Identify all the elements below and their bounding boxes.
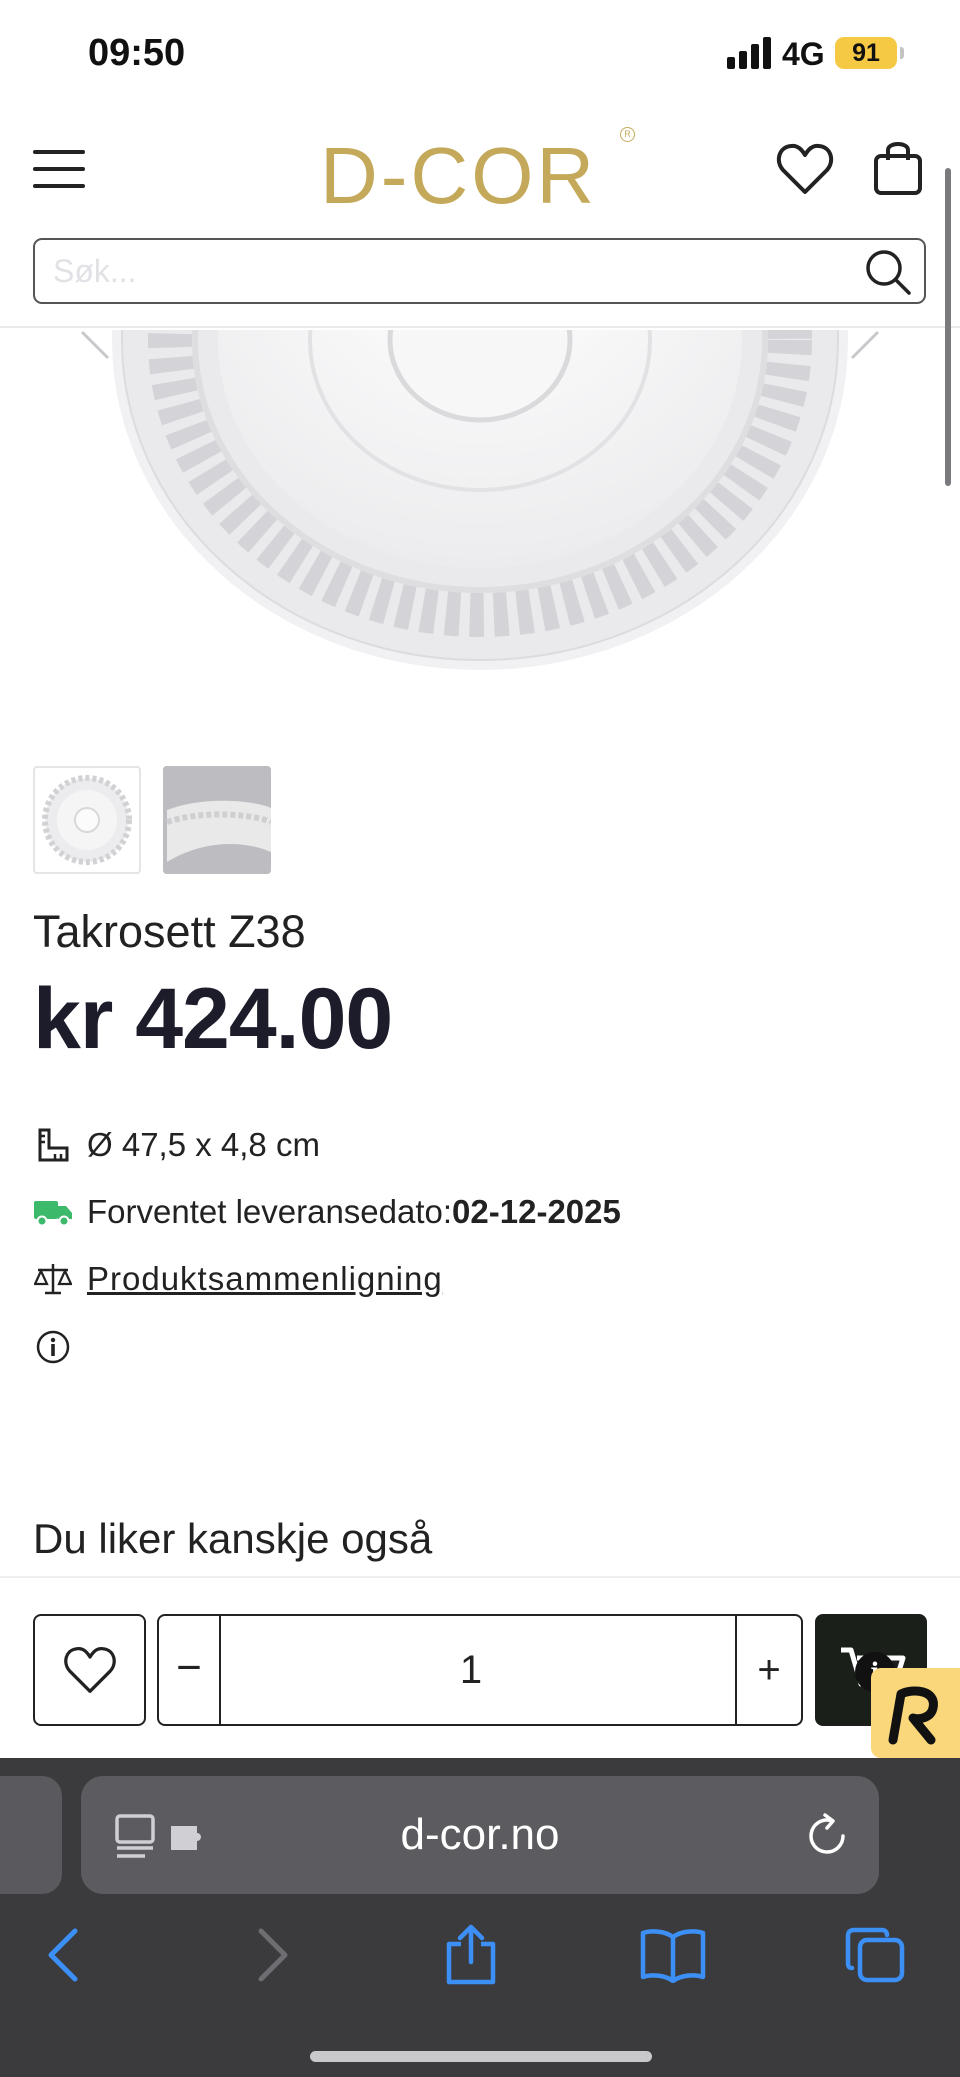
back-chevron-icon — [48, 1928, 78, 1982]
back-button[interactable] — [28, 1920, 98, 1990]
product-title: Takrosett Z38 — [33, 906, 306, 957]
heart-icon — [63, 1646, 116, 1693]
thumbnail-front-image — [42, 775, 132, 865]
related-products-heading: Du liker kanskje også — [33, 1515, 433, 1562]
ruler-icon — [33, 1125, 73, 1165]
status-bar: 09:50 4G 91 — [0, 0, 960, 110]
hamburger-menu-icon[interactable] — [33, 150, 85, 190]
url-text[interactable]: d-cor.no — [81, 1776, 879, 1894]
home-indicator[interactable] — [310, 2051, 652, 2062]
page-scrollbar[interactable] — [945, 168, 951, 486]
info-row — [33, 1325, 87, 1369]
reload-icon[interactable] — [803, 1812, 851, 1860]
search-bar — [33, 238, 926, 304]
network-label: 4G — [782, 36, 825, 72]
rosette-image — [112, 330, 848, 670]
prev-image-chevron-icon[interactable] — [78, 330, 118, 360]
dimensions-row: Ø 47,5 x 4,8 cm — [33, 1123, 320, 1167]
thumbnail-side-image — [163, 766, 271, 874]
truck-icon — [33, 1192, 73, 1232]
site-logo[interactable]: D-COR — [320, 130, 597, 222]
search-icon[interactable] — [864, 248, 912, 296]
info-icon[interactable] — [33, 1327, 73, 1367]
tabs-button[interactable] — [840, 1920, 910, 1990]
quantity-stepper: − 1 + — [157, 1614, 803, 1726]
share-button[interactable] — [436, 1920, 506, 1990]
bookmarks-book-icon — [640, 1929, 706, 1983]
wishlist-heart-icon[interactable] — [776, 142, 834, 196]
browser-toolbar: d-cor.no — [0, 1758, 960, 2077]
delivery-label: Forventet leveransedato: — [87, 1193, 453, 1230]
signal-icon — [727, 37, 773, 69]
add-to-wishlist-button[interactable] — [33, 1614, 146, 1726]
delivery-row: Forventet leveransedato: 02-12-2025 — [33, 1190, 621, 1234]
next-image-chevron-icon[interactable] — [842, 330, 882, 360]
product-image[interactable] — [0, 330, 960, 700]
buy-bar: − 1 + — [0, 1576, 960, 1758]
scale-icon — [33, 1259, 73, 1299]
share-icon — [446, 1924, 496, 1985]
site-header: D-COR R — [0, 110, 960, 328]
quantity-increase-button[interactable]: + — [735, 1616, 801, 1724]
previous-tab-peek[interactable] — [0, 1776, 62, 1894]
safari-bottom-toolbar — [0, 1910, 960, 2010]
thumbnail-front[interactable] — [33, 766, 141, 874]
product-price: kr 424.00 — [33, 971, 393, 1067]
forward-button[interactable] — [238, 1920, 308, 1990]
bookmarks-button[interactable] — [638, 1920, 708, 1990]
registered-mark-icon: R — [620, 127, 635, 142]
shopping-bag-icon[interactable] — [873, 138, 923, 196]
tabs-icon — [845, 1927, 905, 1983]
search-input[interactable] — [53, 240, 833, 302]
reviews-badge[interactable] — [871, 1668, 960, 1758]
battery-tip — [900, 47, 904, 59]
compare-link[interactable]: Produktsammenligning — [87, 1260, 443, 1298]
compare-row: Produktsammenligning — [33, 1257, 443, 1301]
delivery-date: 02-12-2025 — [452, 1193, 621, 1230]
status-time: 09:50 — [88, 32, 186, 74]
quantity-decrease-button[interactable]: − — [159, 1616, 221, 1724]
dimensions-text: Ø 47,5 x 4,8 cm — [87, 1126, 320, 1163]
thumbnail-side[interactable] — [163, 766, 271, 874]
quantity-value[interactable]: 1 — [221, 1616, 721, 1724]
reviews-logo-icon — [888, 1686, 938, 1745]
address-bar[interactable]: d-cor.no — [81, 1776, 879, 1894]
forward-chevron-icon — [258, 1928, 288, 1982]
battery-icon: 91 — [835, 37, 897, 69]
